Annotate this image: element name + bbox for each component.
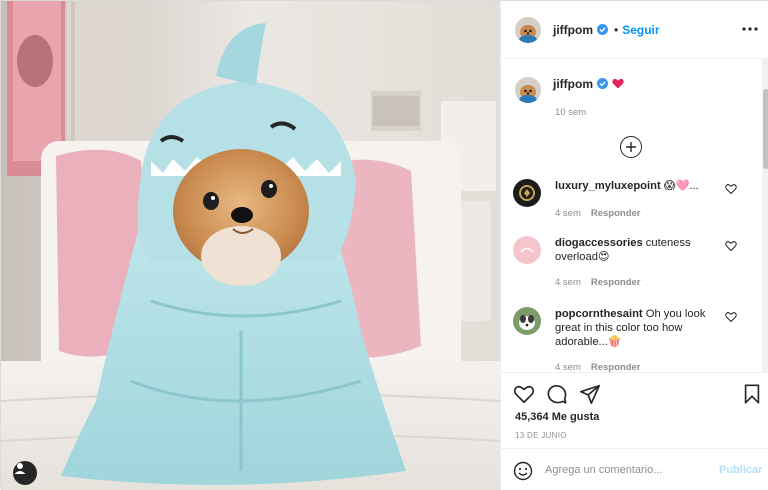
emoji-smile-icon[interactable]: [513, 461, 533, 481]
comment-input[interactable]: [545, 461, 705, 479]
post-side-panel: jiffpom • Seguir jiffpom 10 sem luxury_m…: [500, 1, 768, 490]
user-tag-icon[interactable]: [13, 461, 37, 485]
commenter-avatar[interactable]: [513, 179, 541, 207]
red-heart-icon: [612, 78, 624, 89]
reply-button[interactable]: Responder: [591, 208, 641, 219]
commenter-avatar[interactable]: [513, 307, 541, 335]
caption-avatar[interactable]: [515, 77, 541, 103]
post-photo[interactable]: [1, 1, 500, 490]
comment-item: diogaccessories cuteness overload😍 4 sem…: [513, 236, 753, 288]
dog-avatar-image: [515, 16, 541, 43]
save-bookmark-icon[interactable]: [741, 383, 763, 405]
plus-icon: [626, 142, 636, 152]
commenter-avatar[interactable]: [513, 236, 541, 264]
post-date: 13 DE JUNIO: [515, 431, 567, 440]
like-heart-icon[interactable]: [513, 383, 535, 405]
comments-scrollbar[interactable]: [762, 59, 768, 372]
post-header: jiffpom • Seguir: [501, 1, 768, 59]
follow-button[interactable]: Seguir: [622, 23, 659, 37]
comments-list[interactable]: jiffpom 10 sem luxury_myluxepoint 😱🩷... …: [501, 59, 762, 372]
publish-button[interactable]: Publicar: [719, 464, 762, 476]
comment-time: 4 sem: [555, 362, 581, 372]
diog-avatar-image: [513, 236, 541, 264]
comment-time: 4 sem: [555, 208, 581, 219]
comment-meta: 4 sem Responder: [555, 277, 641, 288]
comment-bubble-icon[interactable]: [546, 383, 568, 405]
post-actions: 45,364 Me gusta 13 DE JUNIO: [501, 372, 768, 446]
comment-item: popcornthesaint Oh you look great in thi…: [513, 307, 753, 372]
comment-meta: 4 sem Responder: [555, 208, 641, 219]
owner-username[interactable]: jiffpom: [553, 23, 593, 37]
instagram-post-window: jiffpom • Seguir jiffpom 10 sem luxury_m…: [0, 0, 768, 490]
comment-like-icon[interactable]: [725, 240, 737, 252]
reply-button[interactable]: Responder: [591, 277, 641, 288]
commenter-username[interactable]: popcornthesaint: [555, 308, 643, 320]
header-separator: •: [614, 22, 619, 37]
comment-text: luxury_myluxepoint 😱🩷...: [555, 179, 715, 193]
verified-badge-icon: [597, 78, 608, 89]
comment-like-icon[interactable]: [725, 311, 737, 323]
caption-username[interactable]: jiffpom: [553, 77, 593, 103]
scrollbar-thumb[interactable]: [763, 89, 768, 169]
comment-composer: Publicar: [501, 448, 768, 490]
comment-like-icon[interactable]: [725, 183, 737, 195]
luxury-avatar-image: [513, 179, 541, 207]
ellipsis-icon: [742, 27, 758, 31]
comment-time: 4 sem: [555, 277, 581, 288]
comment-text: popcornthesaint Oh you look great in thi…: [555, 307, 715, 349]
comment-body: 😱🩷...: [663, 180, 699, 192]
verified-badge-icon: [597, 24, 608, 35]
commenter-username[interactable]: luxury_myluxepoint: [555, 180, 661, 192]
owner-avatar[interactable]: [515, 16, 541, 43]
share-send-icon[interactable]: [579, 383, 601, 405]
reply-button[interactable]: Responder: [591, 362, 641, 372]
person-icon: [14, 463, 26, 474]
post-caption: jiffpom: [515, 77, 624, 103]
commenter-username[interactable]: diogaccessories: [555, 237, 643, 249]
dog-avatar-image: [515, 77, 541, 103]
caption-timestamp: 10 sem: [555, 107, 587, 118]
more-options-icon[interactable]: [740, 20, 760, 38]
popcorn-avatar-image: [513, 307, 541, 335]
comment-text: diogaccessories cuteness overload😍: [555, 236, 715, 264]
comment-meta: 4 sem Responder: [555, 362, 641, 372]
post-photo-artwork: [1, 1, 500, 490]
comment-item: luxury_myluxepoint 😱🩷... 4 sem Responder: [513, 179, 753, 219]
likes-count[interactable]: 45,364 Me gusta: [515, 411, 599, 423]
load-more-comments-icon[interactable]: [620, 136, 642, 158]
